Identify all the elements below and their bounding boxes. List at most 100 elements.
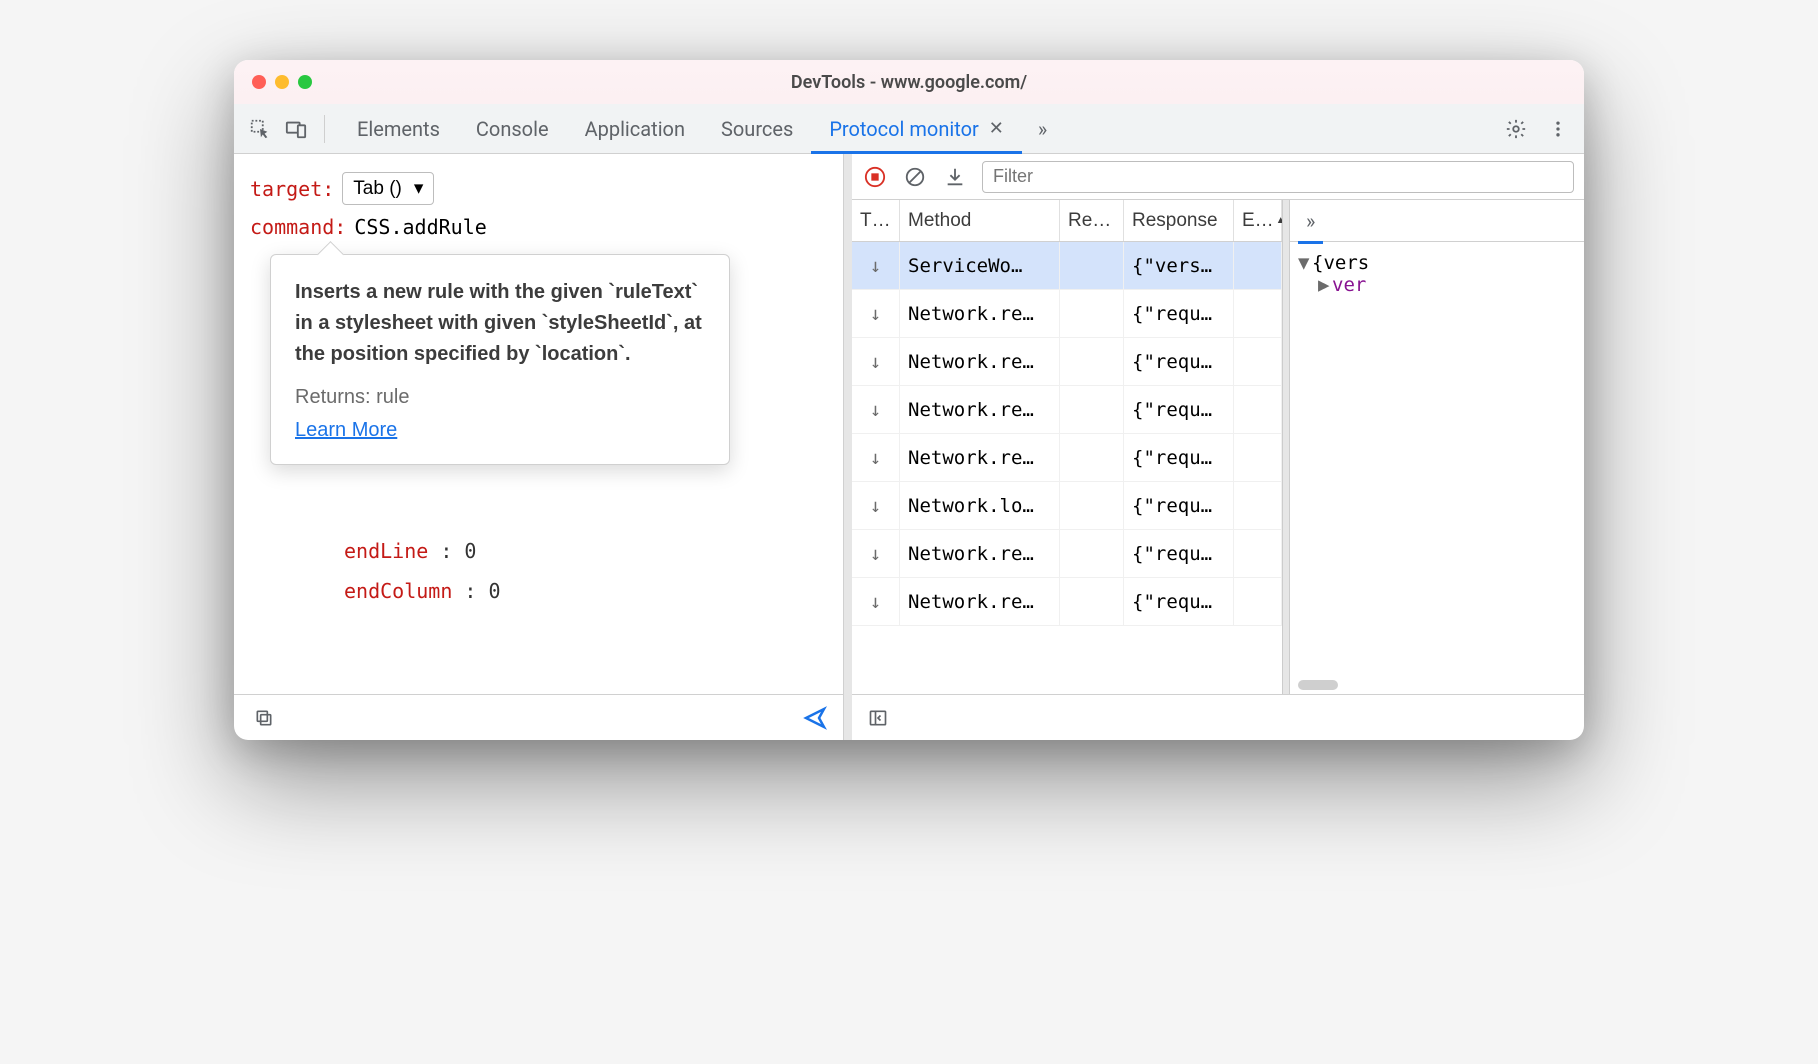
row-e xyxy=(1234,386,1282,433)
row-response: {"vers… xyxy=(1124,242,1234,289)
clear-icon[interactable] xyxy=(902,164,928,190)
popup-description: Inserts a new rule with the given `ruleT… xyxy=(295,277,705,370)
row-direction-icon: ↓ xyxy=(852,530,900,577)
target-value: Tab () xyxy=(353,178,402,200)
detail-tabs: » xyxy=(1290,200,1584,242)
row-e xyxy=(1234,290,1282,337)
command-value[interactable]: CSS.addRule xyxy=(354,215,486,239)
tab-console[interactable]: Console xyxy=(458,104,567,153)
content-area: target: Tab () ▾ command: CSS.addRule In… xyxy=(234,154,1584,740)
tab-sources[interactable]: Sources xyxy=(703,104,811,153)
minimize-window-button[interactable] xyxy=(275,75,289,89)
settings-icon[interactable] xyxy=(1502,115,1530,143)
table-row[interactable]: ↓Network.re… {"requ… xyxy=(852,386,1282,434)
row-direction-icon: ↓ xyxy=(852,386,900,433)
row-response: {"requ… xyxy=(1124,482,1234,529)
tab-application[interactable]: Application xyxy=(567,104,703,153)
close-window-button[interactable] xyxy=(252,75,266,89)
row-response: {"requ… xyxy=(1124,434,1234,481)
log-footer xyxy=(852,694,1584,740)
detail-pane: » ▼{vers ▶ver xyxy=(1290,200,1584,694)
table-row[interactable]: ↓Network.re… {"requ… xyxy=(852,578,1282,626)
row-direction-icon: ↓ xyxy=(852,338,900,385)
th-request[interactable]: Re… xyxy=(1060,200,1124,241)
device-toggle-icon[interactable] xyxy=(282,115,310,143)
row-direction-icon: ↓ xyxy=(852,578,900,625)
row-method: Network.re… xyxy=(900,386,1060,433)
kebab-menu-icon[interactable] xyxy=(1544,115,1572,143)
toolbar-right xyxy=(1502,115,1572,143)
download-icon[interactable] xyxy=(942,164,968,190)
zoom-window-button[interactable] xyxy=(298,75,312,89)
row-method: Network.re… xyxy=(900,578,1060,625)
command-params: endLine : 0 endColumn : 0 xyxy=(344,539,501,619)
row-response: {"requ… xyxy=(1124,386,1234,433)
command-editor-body: target: Tab () ▾ command: CSS.addRule In… xyxy=(234,154,843,694)
th-response[interactable]: Response xyxy=(1124,200,1234,241)
log-table: T… Method Re… Response E…▲ ↓ServiceWo…{"… xyxy=(852,200,1282,694)
row-request xyxy=(1060,242,1124,289)
detail-splitter[interactable] xyxy=(1282,200,1290,694)
table-rows: ↓ServiceWo…{"vers…↓Network.re…{"requ…↓Ne… xyxy=(852,242,1282,626)
tree-root[interactable]: ▼{vers xyxy=(1298,252,1576,274)
row-response: {"requ… xyxy=(1124,578,1234,625)
more-tabs-button[interactable]: » xyxy=(1030,117,1055,141)
row-method: ServiceWo… xyxy=(900,242,1060,289)
record-button[interactable] xyxy=(862,164,888,190)
row-e xyxy=(1234,338,1282,385)
pane-splitter[interactable] xyxy=(844,154,852,740)
inspect-element-icon[interactable] xyxy=(246,115,274,143)
command-doc-popup: Inserts a new rule with the given `ruleT… xyxy=(270,254,730,465)
window-title: DevTools - www.google.com/ xyxy=(234,72,1584,93)
tree-child[interactable]: ▶ver xyxy=(1298,274,1576,296)
row-method: Network.re… xyxy=(900,530,1060,577)
detail-scrollbar[interactable] xyxy=(1290,676,1584,694)
command-editor-pane: target: Tab () ▾ command: CSS.addRule In… xyxy=(234,154,844,740)
row-request xyxy=(1060,290,1124,337)
row-response: {"requ… xyxy=(1124,338,1234,385)
command-key: command: xyxy=(250,215,346,239)
tab-elements[interactable]: Elements xyxy=(339,104,458,153)
send-command-button[interactable] xyxy=(803,706,827,730)
th-type[interactable]: T… xyxy=(852,200,900,241)
tab-protocol-monitor[interactable]: Protocol monitor ✕ xyxy=(811,104,1022,153)
row-request xyxy=(1060,386,1124,433)
table-header: T… Method Re… Response E…▲ xyxy=(852,200,1282,242)
row-e xyxy=(1234,242,1282,289)
toggle-sidebar-icon[interactable] xyxy=(864,704,892,732)
table-row[interactable]: ↓Network.re…{"requ… xyxy=(852,434,1282,482)
row-direction-icon: ↓ xyxy=(852,434,900,481)
row-response: {"requ… xyxy=(1124,530,1234,577)
row-method: Network.lo… xyxy=(900,482,1060,529)
th-e[interactable]: E…▲ xyxy=(1234,200,1282,241)
th-method[interactable]: Method xyxy=(900,200,1060,241)
table-row[interactable]: ↓Network.re… {"requ… xyxy=(852,530,1282,578)
close-tab-icon[interactable]: ✕ xyxy=(989,118,1004,139)
table-row[interactable]: ↓ServiceWo…{"vers… xyxy=(852,242,1282,290)
filter-input[interactable] xyxy=(982,161,1574,193)
table-row[interactable]: ↓Network.re…{"requ… xyxy=(852,338,1282,386)
target-key: target: xyxy=(250,177,334,201)
popup-returns: Returns: rule xyxy=(295,386,705,409)
filter-toolbar xyxy=(852,154,1584,200)
table-row[interactable]: ↓Network.re…{"requ… xyxy=(852,290,1282,338)
detail-more-tabs[interactable]: » xyxy=(1300,209,1321,233)
row-e xyxy=(1234,578,1282,625)
scroll-thumb[interactable] xyxy=(1298,680,1338,690)
param-endline[interactable]: endLine : 0 xyxy=(344,539,501,563)
target-row: target: Tab () ▾ xyxy=(250,172,827,205)
copy-icon[interactable] xyxy=(250,704,278,732)
table-row[interactable]: ↓Network.lo…{"requ… xyxy=(852,482,1282,530)
protocol-log-pane: T… Method Re… Response E…▲ ↓ServiceWo…{"… xyxy=(852,154,1584,740)
row-request xyxy=(1060,530,1124,577)
log-body: T… Method Re… Response E…▲ ↓ServiceWo…{"… xyxy=(852,200,1584,694)
learn-more-link[interactable]: Learn More xyxy=(295,419,705,442)
row-direction-icon: ↓ xyxy=(852,290,900,337)
traffic-lights xyxy=(252,75,312,89)
row-request xyxy=(1060,434,1124,481)
command-row: command: CSS.addRule xyxy=(250,215,827,239)
param-endcolumn[interactable]: endColumn : 0 xyxy=(344,579,501,603)
detail-body: ▼{vers ▶ver xyxy=(1290,242,1584,676)
target-select[interactable]: Tab () ▾ xyxy=(342,172,434,205)
row-request xyxy=(1060,578,1124,625)
